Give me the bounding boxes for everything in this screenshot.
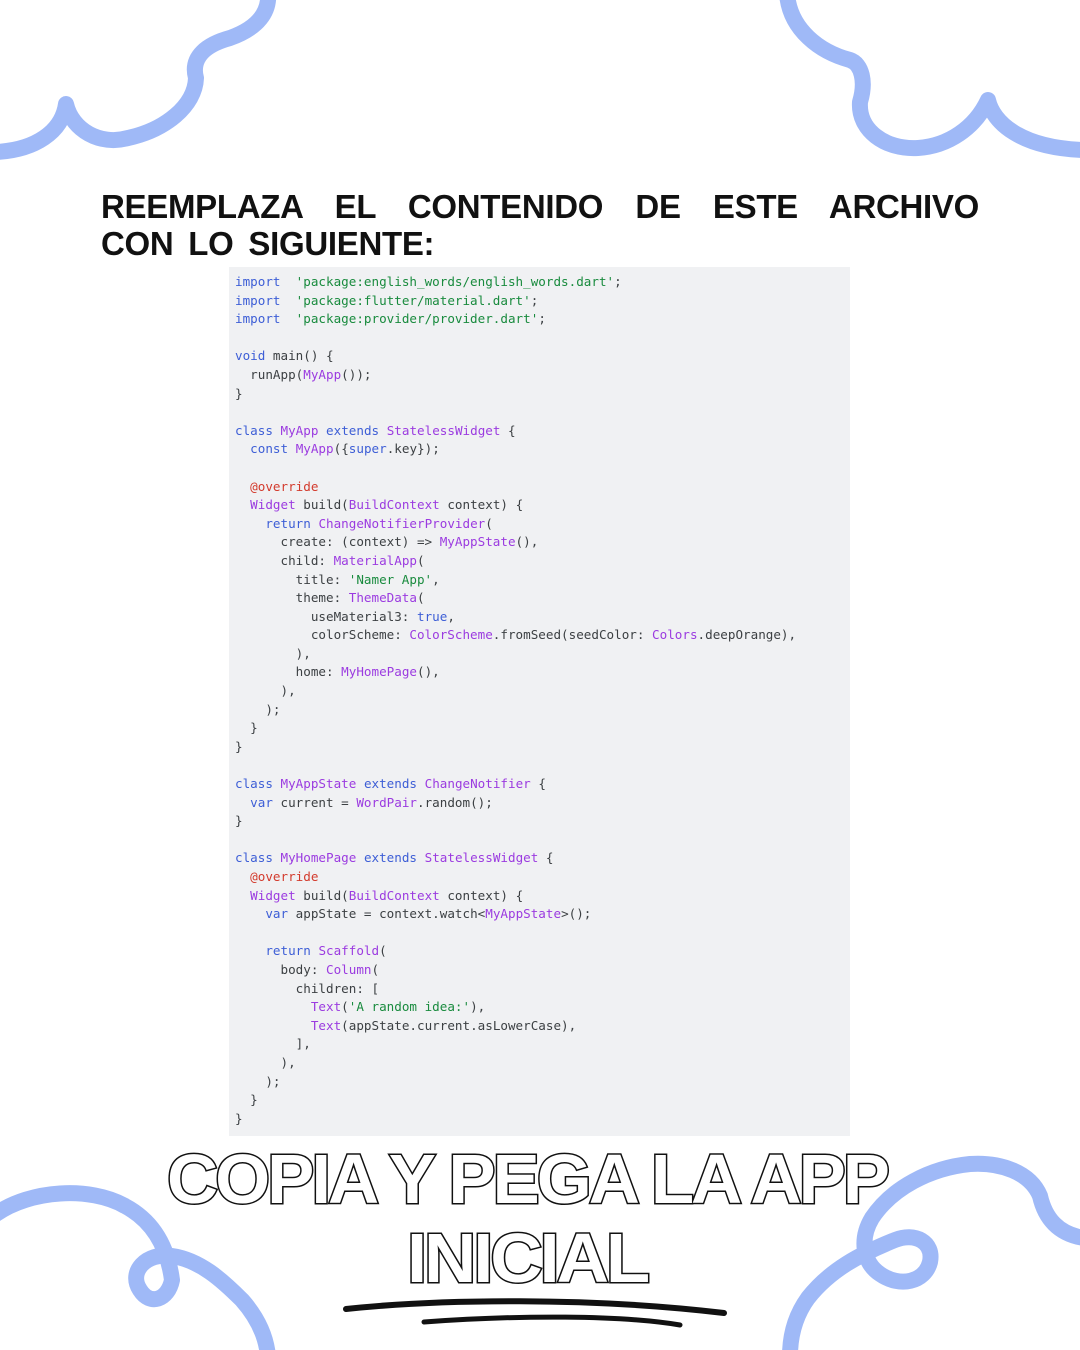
code-line: } — [235, 1110, 243, 1126]
brush-underline — [343, 1298, 727, 1328]
code-line: theme: ThemeData( — [235, 590, 425, 606]
code-line: class MyAppState extends ChangeNotifier … — [235, 776, 546, 792]
code-line: ], — [235, 1036, 311, 1052]
code-line: Widget build(BuildContext context) { — [250, 497, 524, 513]
code-line: ), — [235, 683, 296, 699]
code-line: ), — [235, 645, 311, 661]
title-line-2: INICIAL — [407, 1219, 648, 1297]
code-line: } — [235, 813, 243, 829]
code-block: import 'package:english_words/english_wo… — [229, 267, 850, 1136]
code-line: @override — [250, 869, 319, 884]
code-line: ); — [235, 701, 281, 717]
code-line: var appState = context.watch<MyAppState>… — [265, 906, 592, 922]
code-line: return ChangeNotifierProvider( — [265, 515, 493, 531]
code-line: } — [235, 720, 258, 736]
title-line-1: COPIA Y PEGA LA APP — [167, 1140, 888, 1218]
code-line: children: [ — [235, 980, 380, 996]
code-line: home: MyHomePage(), — [235, 664, 440, 680]
code-line: } — [235, 385, 243, 401]
instruction-heading: REEMPLAZA EL CONTENIDO DE ESTE ARCHIVO C… — [101, 188, 979, 262]
code-line: import 'package:english_words/english_wo… — [235, 274, 622, 289]
code-line: class MyApp extends StatelessWidget { — [235, 422, 516, 438]
code-line: Text(appState.current.asLowerCase), — [310, 1017, 577, 1033]
code-line: create: (context) => MyAppState(), — [235, 534, 539, 550]
code-line: ), — [235, 1054, 296, 1070]
code-line: child: MaterialApp( — [235, 552, 425, 568]
code-line: import 'package:flutter/material.dart'; — [235, 292, 539, 308]
code-line: @override — [250, 478, 319, 494]
code-line: const MyApp({super.key}); — [250, 441, 440, 457]
code-line: Text('A random idea:'), — [310, 999, 486, 1015]
code-line: import 'package:provider/provider.dart'; — [235, 311, 546, 327]
code-line: useMaterial3: true, — [235, 608, 455, 624]
code-line: } — [235, 1092, 258, 1108]
code-line: colorScheme: ColorScheme.fromSeed(seedCo… — [235, 627, 797, 643]
code-line: void main() { — [235, 348, 334, 364]
code-line: title: 'Namer App', — [235, 571, 440, 587]
code-line: Widget build(BuildContext context) { — [250, 887, 524, 903]
code-line: class MyHomePage extends StatelessWidget… — [235, 850, 554, 866]
code-line: var current = WordPair.random(); — [250, 794, 493, 810]
code-line: runApp(MyApp()); — [235, 366, 372, 382]
title-banner: COPIA Y PEGA LA APP INICIAL — [166, 1140, 893, 1299]
code-line: body: Column( — [235, 961, 380, 977]
code-line: } — [235, 738, 243, 754]
dart-source-code: import 'package:english_words/english_wo… — [235, 273, 850, 1128]
code-line: ); — [235, 1073, 281, 1089]
code-line: return Scaffold( — [265, 943, 387, 959]
